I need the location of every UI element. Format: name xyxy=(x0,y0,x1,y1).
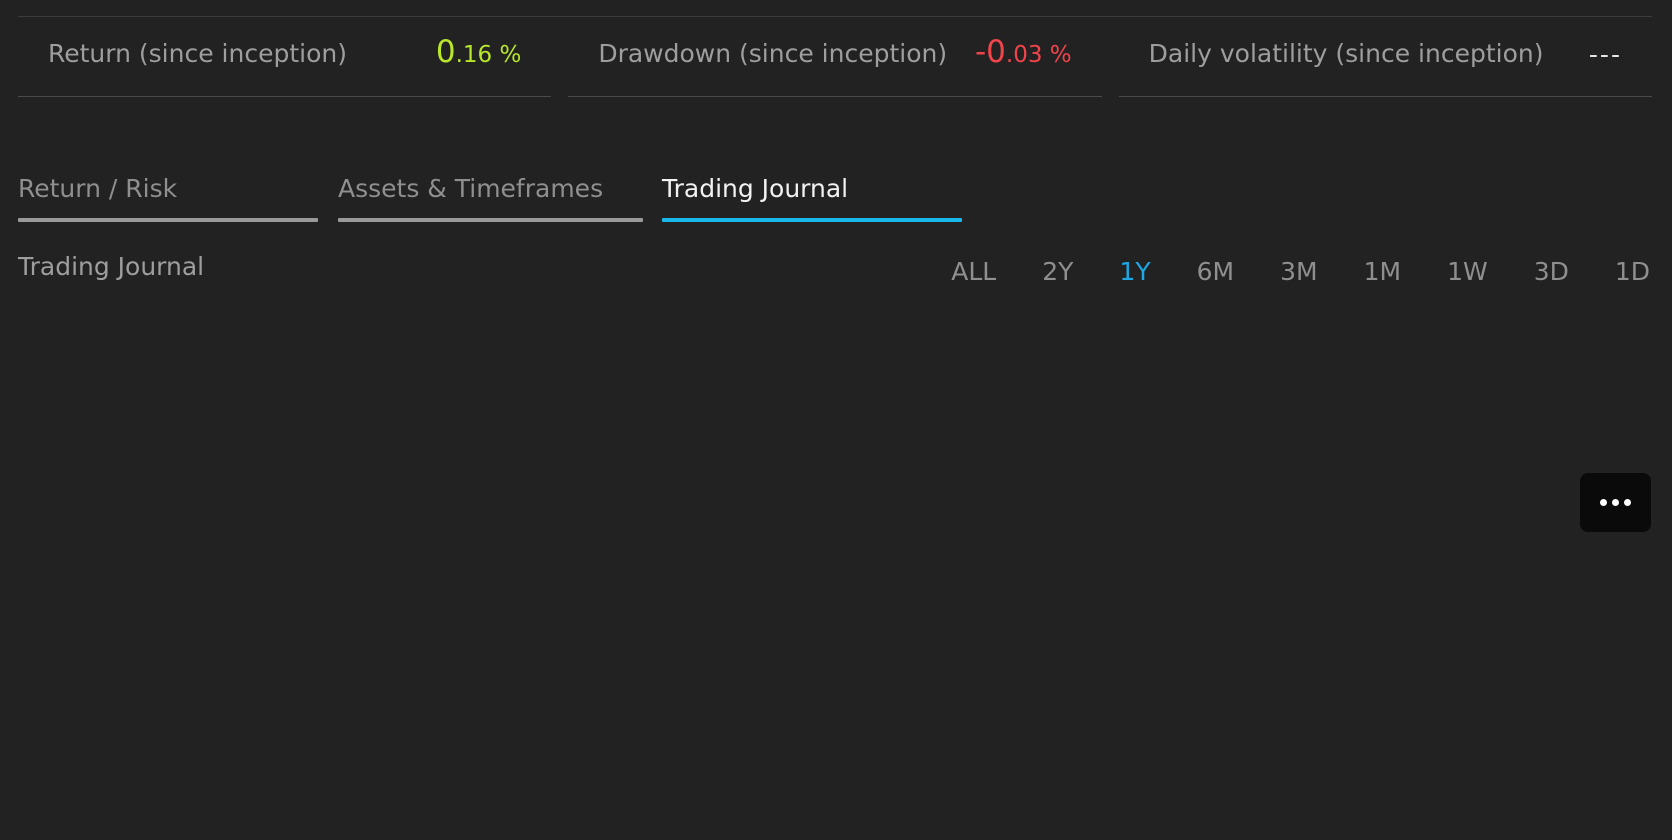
range-2y[interactable]: 2Y xyxy=(1042,257,1073,291)
tab-return-risk-label: Return / Risk xyxy=(18,174,178,203)
stat-drawdown-value-unit: % xyxy=(1042,42,1072,68)
range-all[interactable]: ALL xyxy=(951,257,996,291)
range-1y[interactable]: 1Y xyxy=(1119,257,1150,291)
tab-trading-journal[interactable]: Trading Journal xyxy=(662,170,962,222)
stat-drawdown-label: Drawdown (since inception) xyxy=(598,39,948,68)
stat-volatility-value: --- xyxy=(1588,40,1622,69)
tab-return-risk-underline xyxy=(18,218,318,222)
stat-return-label: Return (since inception) xyxy=(48,39,347,68)
range-selector: ALL 2Y 1Y 6M 3M 1M 1W 3D 1D xyxy=(951,257,1650,291)
tab-return-risk[interactable]: Return / Risk xyxy=(18,170,318,222)
stat-return-value: 0.16 % xyxy=(436,37,521,68)
stat-return-value-int: 0 xyxy=(435,34,456,70)
more-options-button[interactable] xyxy=(1580,473,1651,532)
range-3m[interactable]: 3M xyxy=(1280,257,1317,291)
stat-return-value-unit: % xyxy=(492,42,522,68)
stat-volatility: Daily volatility (since inception) --- xyxy=(1118,17,1652,97)
stats-bar: Return (since inception) 0.16 % Drawdown… xyxy=(18,17,1652,97)
tab-trading-journal-label: Trading Journal xyxy=(662,174,849,203)
stat-drawdown-value-int: -0 xyxy=(974,34,1006,70)
stat-return: Return (since inception) 0.16 % xyxy=(18,17,552,97)
tab-assets-timeframes-underline xyxy=(338,218,643,222)
range-1w[interactable]: 1W xyxy=(1447,257,1488,291)
tab-assets-timeframes-label: Assets & Timeframes xyxy=(338,174,604,203)
range-6m[interactable]: 6M xyxy=(1197,257,1234,291)
tab-assets-timeframes[interactable]: Assets & Timeframes xyxy=(338,170,643,222)
tab-trading-journal-underline xyxy=(662,218,962,222)
page: Return (since inception) 0.16 % Drawdown… xyxy=(0,0,1672,840)
stat-volatility-label: Daily volatility (since inception) xyxy=(1148,39,1544,68)
more-horizontal-icon xyxy=(1600,499,1631,506)
stat-return-value-dec: .16 xyxy=(455,42,493,68)
range-1d[interactable]: 1D xyxy=(1615,257,1650,291)
range-3d[interactable]: 3D xyxy=(1534,257,1569,291)
section-title: Trading Journal xyxy=(18,252,205,281)
stat-drawdown: Drawdown (since inception) -0.03 % xyxy=(568,17,1102,97)
stat-drawdown-value-dec: .03 xyxy=(1005,42,1043,68)
range-1m[interactable]: 1M xyxy=(1364,257,1401,291)
stat-drawdown-value: -0.03 % xyxy=(975,37,1072,68)
